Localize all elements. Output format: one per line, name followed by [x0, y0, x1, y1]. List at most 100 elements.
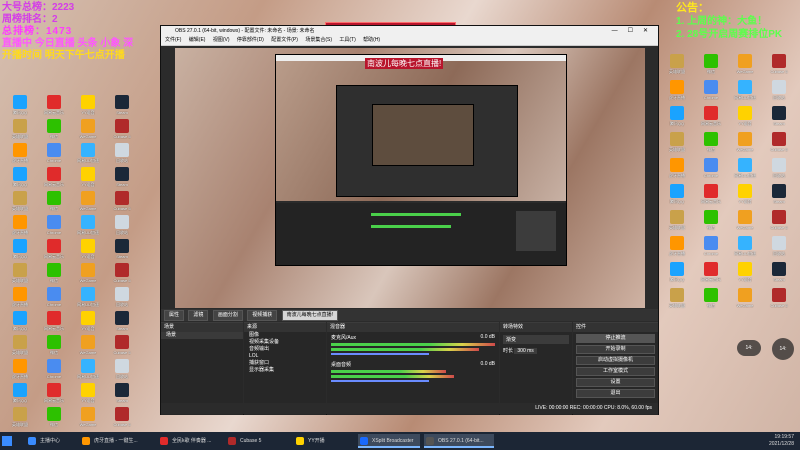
desktop-icon[interactable]: 微信	[39, 119, 69, 145]
desktop-icon[interactable]: 回收站	[764, 158, 794, 184]
desktop-icon[interactable]: 回收站	[764, 236, 794, 262]
desktop-icon[interactable]: 腾讯QQ	[5, 311, 35, 337]
desktop-icon[interactable]: 微信	[696, 288, 726, 314]
duration-input[interactable]: 300 ms	[514, 348, 537, 354]
desktop-icon[interactable]: 英雄联盟	[662, 210, 692, 236]
desktop-icon[interactable]: WeGame	[73, 335, 103, 361]
desktop-icon[interactable]: 回收站	[107, 359, 137, 385]
desktop-icon[interactable]: 虎牙直播	[662, 158, 692, 184]
desktop-icon[interactable]: 回收站	[764, 80, 794, 106]
studio-mode-button[interactable]: 工作室模式	[576, 367, 655, 376]
menu-scene-collection[interactable]: 场景集合(S)	[305, 37, 332, 43]
desktop-icon[interactable]: Steam	[764, 262, 794, 288]
desktop-icon[interactable]: YY语音	[73, 239, 103, 265]
desktop-icon[interactable]: 虎牙直播	[5, 143, 35, 169]
obs-preview[interactable]: 南波儿每晚七点直播!	[175, 48, 645, 308]
desktop-icon[interactable]: 网易UU加速	[73, 287, 103, 313]
desktop-icon[interactable]: YY语音	[73, 167, 103, 193]
desktop-icon[interactable]: Steam	[764, 106, 794, 132]
transition-select[interactable]: 渐变	[503, 335, 569, 344]
properties-button[interactable]: 属性	[164, 310, 185, 321]
menu-edit[interactable]: 编辑(E)	[189, 37, 206, 43]
task-item[interactable]: YY开播	[294, 434, 325, 448]
desktop-icon[interactable]: 网易云音乐	[696, 184, 726, 210]
task-item[interactable]: OBS 27.0.1 (64-bit...	[424, 434, 494, 448]
desktop-icon[interactable]: 网易UU加速	[73, 143, 103, 169]
desktop-icon[interactable]: Chrome	[696, 236, 726, 262]
task-item[interactable]: XSplit Broadcaster	[358, 434, 420, 448]
desktop-icon[interactable]: WeGame	[73, 263, 103, 289]
exit-button[interactable]: 退出	[576, 389, 655, 398]
desktop-icon[interactable]: 网易UU加速	[730, 80, 760, 106]
desktop-icon[interactable]: Steam	[107, 239, 137, 265]
desktop-icon[interactable]: Cubase 5	[107, 335, 137, 361]
desktop-icon[interactable]: Cubase 5	[764, 210, 794, 236]
desktop-icon[interactable]: 腾讯QQ	[5, 95, 35, 121]
desktop-icon[interactable]: YY语音	[730, 106, 760, 132]
source-item[interactable]: 显示器采集	[244, 367, 326, 374]
menu-profile[interactable]: 配置文件(P)	[271, 37, 298, 43]
stop-stream-button[interactable]: 停止推流	[576, 334, 655, 343]
desktop-icon[interactable]: WeGame	[730, 288, 760, 314]
desktop-icon[interactable]: 微信	[39, 191, 69, 217]
desktop-icon[interactable]: 网易云音乐	[39, 167, 69, 193]
desktop-icon[interactable]: WeGame	[730, 54, 760, 80]
start-recording-button[interactable]: 开始录制	[576, 345, 655, 354]
source-item[interactable]: 音频输出	[244, 346, 326, 353]
desktop-icon[interactable]: 回收站	[107, 287, 137, 313]
desktop-icon[interactable]: WeGame	[730, 132, 760, 158]
menu-docks[interactable]: 停靠部件(D)	[237, 37, 264, 43]
desktop-icon[interactable]: 网易云音乐	[696, 106, 726, 132]
desktop-icon[interactable]: Chrome	[696, 158, 726, 184]
desktop-icon[interactable]: Cubase 5	[764, 288, 794, 314]
desktop-icon[interactable]: 网易云音乐	[39, 95, 69, 121]
desktop-icon[interactable]: Cubase 5	[107, 263, 137, 289]
desktop-icon[interactable]: 英雄联盟	[5, 191, 35, 217]
desktop-icon[interactable]: 腾讯QQ	[662, 184, 692, 210]
source-item[interactable]: 图像	[244, 332, 326, 339]
desktop-icon[interactable]: 回收站	[107, 143, 137, 169]
desktop-icon[interactable]: Steam	[107, 383, 137, 409]
desktop-icon[interactable]: 虎牙直播	[5, 359, 35, 385]
window-controls[interactable]: —☐✕	[612, 26, 658, 36]
desktop-icon[interactable]: Chrome	[39, 359, 69, 385]
menu-tools[interactable]: 工具(T)	[339, 37, 355, 43]
filters-button[interactable]: 滤镜	[188, 310, 209, 321]
desktop-icon[interactable]: Cubase 5	[107, 119, 137, 145]
desktop-icon[interactable]: Cubase 5	[107, 407, 137, 433]
desktop-icon[interactable]: 腾讯QQ	[662, 262, 692, 288]
virtual-camera-button[interactable]: 启动虚拟摄像机	[576, 356, 655, 365]
start-button[interactable]	[2, 434, 14, 448]
desktop-icon[interactable]: YY语音	[730, 184, 760, 210]
desktop-icon[interactable]: 腾讯QQ	[662, 106, 692, 132]
desktop-icon[interactable]: 网易UU加速	[730, 236, 760, 262]
system-clock[interactable]: 19:19:57 2021/12/28	[769, 434, 794, 448]
desktop-icon[interactable]: 网易UU加速	[730, 158, 760, 184]
desktop-icon[interactable]: Steam	[107, 95, 137, 121]
video-capture-button[interactable]: 视频捕获	[247, 310, 278, 321]
desktop-icon[interactable]: 网易云音乐	[39, 311, 69, 337]
floating-widget-left[interactable]: 14:	[737, 340, 761, 356]
split-button[interactable]: 画面分割	[212, 310, 243, 321]
mic-volume-slider[interactable]	[331, 353, 430, 355]
desktop-icon[interactable]: Chrome	[39, 215, 69, 241]
desktop-icon[interactable]: 虎牙直播	[5, 287, 35, 313]
text-source-button[interactable]: 南波儿每晚七点直播!	[281, 310, 339, 321]
scene-item[interactable]: 场景	[161, 332, 243, 339]
settings-button[interactable]: 设置	[576, 378, 655, 387]
desktop-icon[interactable]: 英雄联盟	[662, 132, 692, 158]
menu-help[interactable]: 帮助(H)	[363, 37, 380, 43]
desktop-icon[interactable]: 网易云音乐	[39, 383, 69, 409]
desktop-icon[interactable]: Cubase 5	[764, 132, 794, 158]
desktop-icon[interactable]: 腾讯QQ	[5, 239, 35, 265]
desktop-icon[interactable]: 虎牙直播	[662, 236, 692, 262]
menu-view[interactable]: 视图(V)	[213, 37, 230, 43]
source-item[interactable]: LOL	[244, 353, 326, 360]
desktop-icon[interactable]: 英雄联盟	[5, 335, 35, 361]
desktop-icon[interactable]: 微信	[696, 210, 726, 236]
desktop-icon[interactable]: Steam	[107, 311, 137, 337]
desktop-icon[interactable]: YY语音	[73, 95, 103, 121]
desktop-icon[interactable]: Steam	[107, 167, 137, 193]
task-item[interactable]: 全民k歌 伴奏器 ...	[158, 434, 211, 448]
menu-file[interactable]: 文件(F)	[165, 37, 181, 43]
